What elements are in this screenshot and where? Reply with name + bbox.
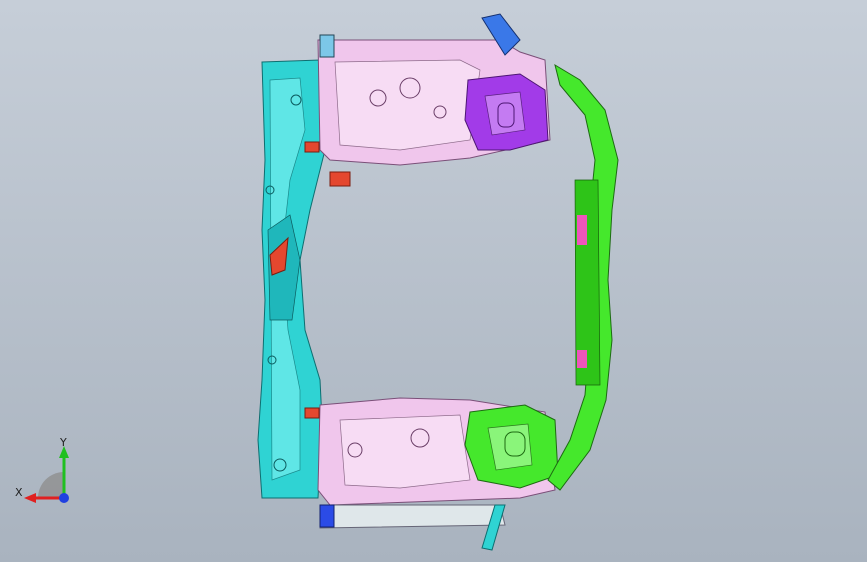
triad-z-axis <box>59 493 69 503</box>
triad-y-label: Y <box>59 436 67 449</box>
shock-tower-lower[interactable] <box>464 404 559 489</box>
triad-x-label: X <box>15 486 23 499</box>
shock-tower-upper[interactable] <box>464 73 549 151</box>
cad-viewport[interactable]: X Y <box>0 0 867 562</box>
axis-triad: X Y <box>15 436 69 503</box>
triad-plane-indicator <box>38 472 64 498</box>
car-body-front-structure-model[interactable] <box>0 0 867 562</box>
bumper-beam-arc[interactable] <box>547 63 619 491</box>
triad-x-arrow <box>24 493 36 503</box>
radiator-support-frame-left[interactable] <box>257 59 326 499</box>
